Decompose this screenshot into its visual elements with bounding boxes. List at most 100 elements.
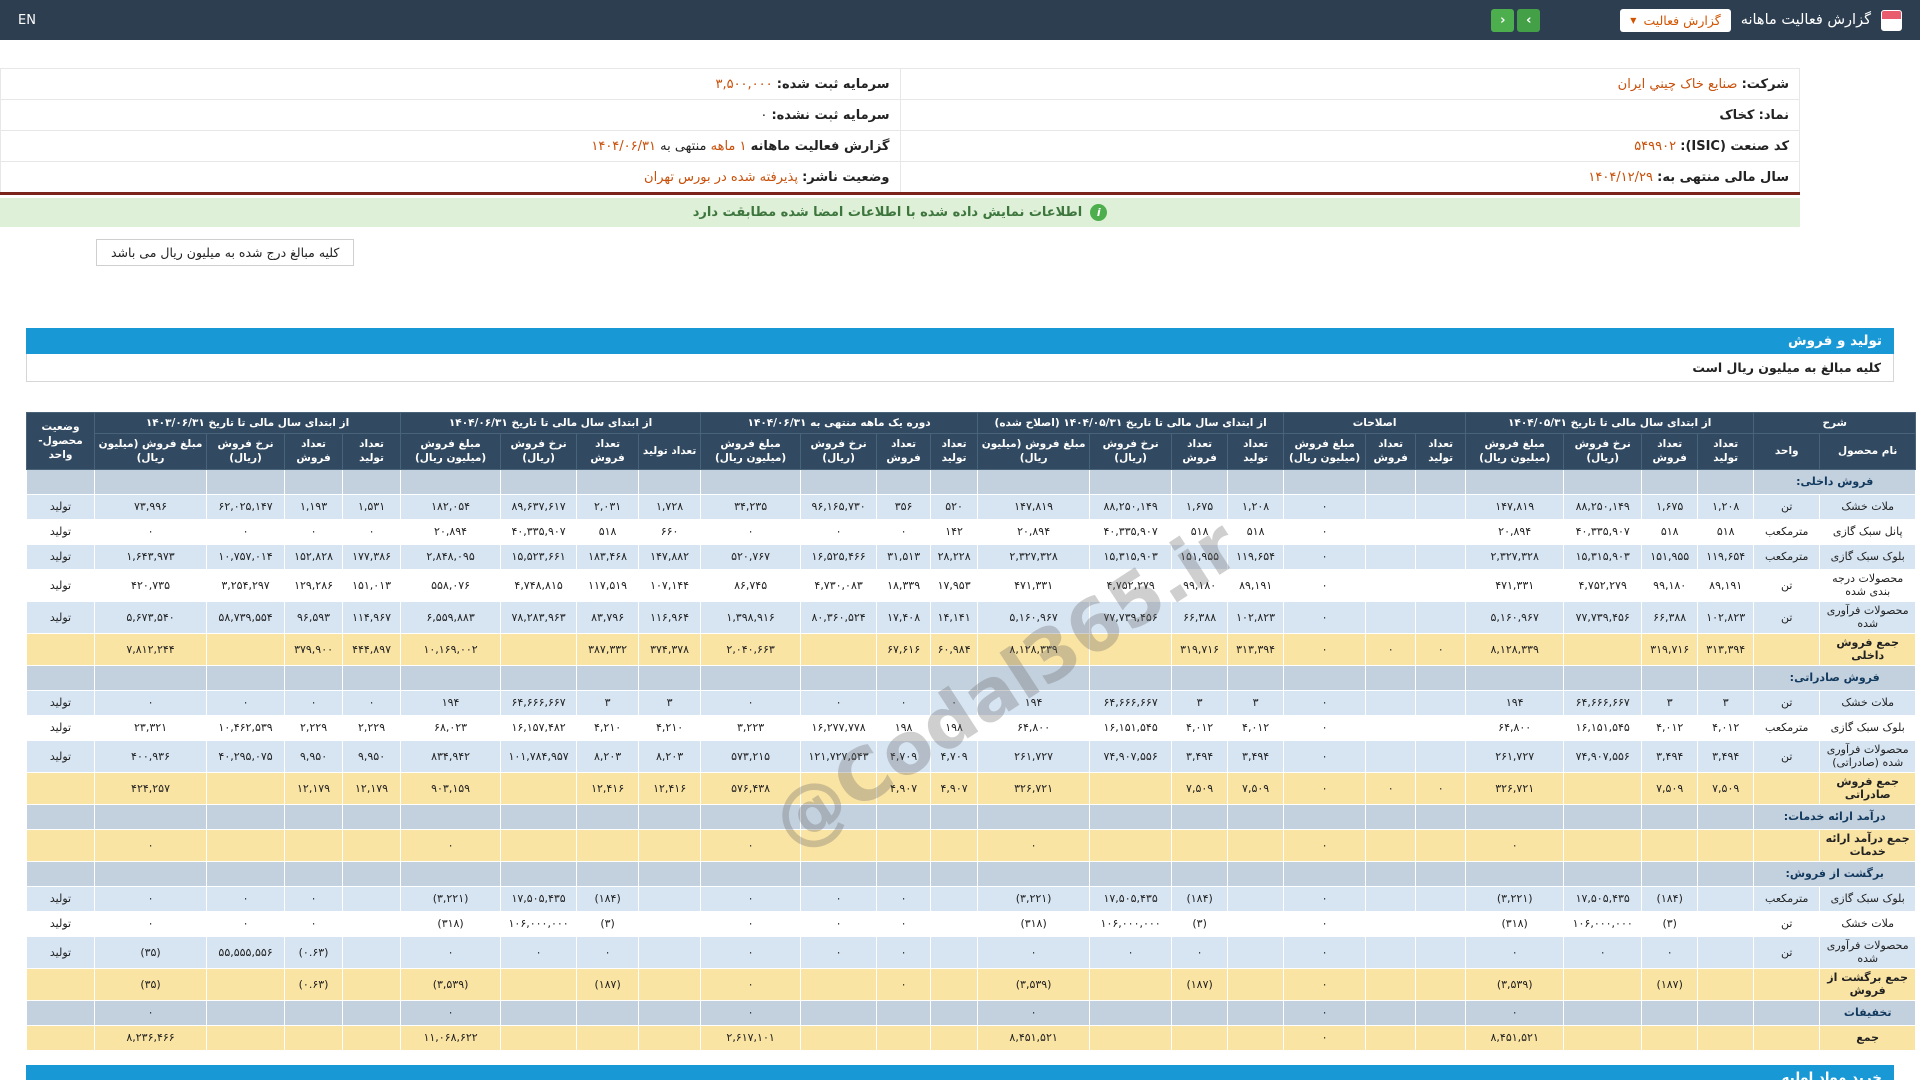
value-cell: ۰ [876,967,932,1001]
column-header: تعداد تولید [1227,433,1285,470]
value-cell [638,935,702,969]
cell [1171,860,1229,887]
signature-banner: i اطلاعات نمایش داده شده با اطلاعات امضا… [0,198,1800,227]
value-cell: ۷,۸۱۲,۲۴۴ [93,632,208,666]
value-cell [1753,999,1821,1026]
cell [977,468,1091,495]
info-row: سال مالی منتهی به: ۱۴۰۴/۱۲/۲۹ وضعیت ناشر… [0,161,1800,194]
cell [1283,468,1367,495]
value-cell: ۸۳۴,۹۴۲ [400,739,502,773]
column-group-header: از ابتدای سال مالی تا تاریخ ۱۴۰۴/۰۶/۳۱ [400,411,702,435]
cell [1365,664,1417,691]
value-cell: ۶۰,۹۸۴ [930,632,979,666]
value-cell [1171,1024,1229,1051]
value-cell: ۱۱۷,۵۱۹ [576,568,640,602]
value-cell: ۷,۵۰۹ [1171,771,1229,805]
cell [800,468,878,495]
value-cell: ۵۵۸,۰۷۶ [400,568,502,602]
value-cell: (۳۵) [93,967,208,1001]
table-row: ملات خشک تن ۱,۲۰۸ ۱,۶۷۵ ۸۸,۲۵۰,۱۴۹ ۱۴۷,۸۱۹ ۰ ۱,… [26,493,1917,520]
nav-next-button[interactable]: › [1517,8,1541,32]
value-cell [1697,935,1755,969]
cell [26,803,95,830]
cell [1465,664,1565,691]
value-cell: ۶۴,۸۰۰ [977,714,1091,741]
value-cell: (۳۱۸) [400,910,502,937]
chevron-down-icon: ▼ [1630,15,1637,25]
column-header: تعداد فروش [876,433,932,470]
value-cell: ۰ [1365,771,1417,805]
value-cell: ۰ [93,999,208,1026]
cell [1171,468,1229,495]
cell [930,803,979,830]
value-cell: ۰ [1641,935,1699,969]
section-label: درآمد ارائه خدمات: [1753,803,1917,830]
cell [400,468,502,495]
value-cell: ۱۷,۴۰۸ [876,600,932,634]
value-cell: ۷,۵۰۹ [1227,771,1285,805]
value-cell: ۴,۰۱۲ [1641,714,1699,741]
report-nav-buttons: › ‹ [1491,8,1541,32]
value-cell: ۳۴,۲۳۵ [700,493,802,520]
status-cell [26,828,95,862]
value-cell: ۰ [800,885,878,912]
value-cell: ۰ [1283,935,1367,969]
value-cell: ۰ [700,518,802,545]
status-cell: تولید [26,493,95,520]
cell [800,664,878,691]
section-label: فروش صادراتی: [1753,664,1917,691]
value-cell: ۰ [1283,632,1367,666]
value-cell: ۰ [700,885,802,912]
language-toggle[interactable]: EN [18,13,36,28]
cell [576,664,640,691]
value-cell [1365,689,1417,716]
column-group-header: شرح [1753,411,1917,435]
value-cell: ۱,۶۷۵ [1641,493,1699,520]
value-cell [1697,828,1755,862]
value-cell [1697,910,1755,937]
value-cell: ۷۷,۷۳۹,۴۵۶ [1563,600,1643,634]
value-cell: ۱۶,۱۵۷,۴۸۲ [500,714,578,741]
value-cell: ۳۷۴,۳۷۸ [638,632,702,666]
production-table-wrap: @Codal365.ir شرح از ابتدای سال مالی تا تا… [26,411,1917,1051]
value-cell: ۲۳,۳۲۱ [93,714,208,741]
cell [700,664,802,691]
value-cell: ۴۷۱,۳۳۱ [1465,568,1565,602]
value-cell: ۱,۲۰۸ [1697,493,1755,520]
value-cell [1415,493,1467,520]
nav-prev-button[interactable]: ‹ [1491,8,1515,32]
value-cell [1641,828,1699,862]
value-cell [206,967,286,1001]
product-name-cell: جمع درآمد ارائه خدمات [1819,828,1917,862]
value-cell: ۰ [206,910,286,937]
value-cell: ۰ [1283,600,1367,634]
product-name-cell: بلوک سبک گازی [1819,543,1917,570]
status-cell: تولید [26,885,95,912]
value-cell [1415,828,1467,862]
value-cell [1415,1024,1467,1051]
company-name-link[interactable]: صنایع خاک چيني ايران [1618,77,1738,92]
value-cell: ۶۶,۳۸۸ [1641,600,1699,634]
value-cell: ۳ [1227,689,1285,716]
value-cell [638,828,702,862]
value-cell: (۳) [1641,910,1699,937]
value-cell [1365,739,1417,773]
column-header: تعداد تولید [342,433,402,470]
report-type-dropdown[interactable]: گزارش فعالیت ▼ [1620,8,1731,32]
value-cell: ۰ [1283,739,1367,773]
column-header: تعداد فروش [284,433,344,470]
value-cell: ۲,۳۲۷,۳۲۸ [977,543,1091,570]
product-name-cell: جمع فروش صادراتی [1819,771,1917,805]
value-cell: ۰ [1283,967,1367,1001]
value-cell: ۱۷۷,۳۸۶ [342,543,402,570]
value-cell: ۰ [1283,689,1367,716]
status-cell: تولید [26,714,95,741]
cell [700,803,802,830]
value-cell: ۰ [977,828,1091,862]
section-row: فروش صادراتی: [26,664,1917,691]
status-cell: تولید [26,543,95,570]
value-cell: ۱۷,۵۰۵,۴۳۵ [1563,885,1643,912]
cell [1465,860,1565,887]
registered-capital-field: سرمایه ثبت شده: ۳,۵۰۰,۰۰۰ [0,68,901,100]
value-cell: ۰ [930,689,979,716]
